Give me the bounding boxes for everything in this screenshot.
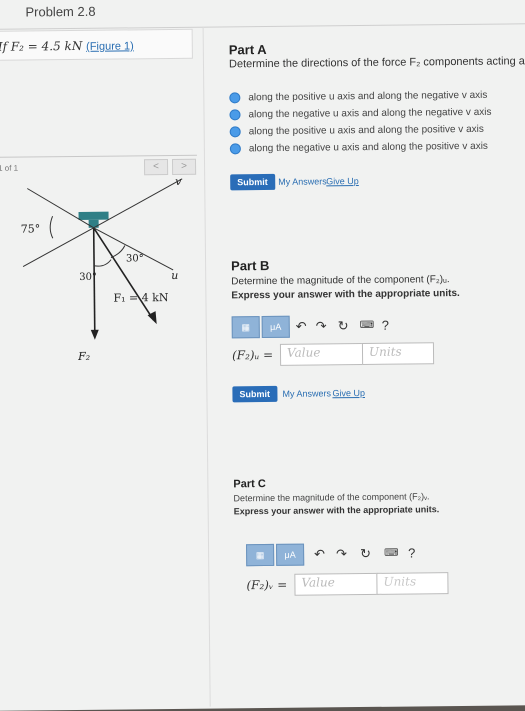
templates-icon[interactable]: ▦ bbox=[246, 543, 275, 567]
help-button[interactable]: ? bbox=[382, 318, 389, 333]
part-c-answer-row: (F₂)ᵥ = Value Units bbox=[246, 572, 466, 598]
part-c-answer-label: (F₂)ᵥ = bbox=[246, 577, 288, 593]
option-4[interactable]: along the negative u axis and along the … bbox=[229, 140, 492, 161]
part-b-answer-row: (F₂)ᵤ = Value Units bbox=[231, 342, 435, 368]
radio-icon[interactable] bbox=[229, 109, 241, 121]
part-a-heading: Part A bbox=[228, 41, 267, 58]
help-button[interactable]: ? bbox=[408, 545, 415, 560]
part-c-heading: Part C bbox=[233, 478, 266, 491]
part-a-options: along the positive u axis and along the … bbox=[229, 90, 492, 161]
angle-arc-75 bbox=[49, 216, 54, 239]
part-a-my-answers-link[interactable]: My Answers bbox=[278, 176, 327, 187]
part-a-give-up-link[interactable]: Give Up bbox=[326, 176, 359, 186]
given-text-wrap: If F₂ = 4.5 kN (Figure 1) bbox=[0, 38, 134, 54]
figure-divider bbox=[0, 154, 197, 158]
part-b-units-input[interactable]: Units bbox=[361, 342, 435, 365]
reset-icon[interactable]: ↻ bbox=[360, 546, 371, 562]
part-b-toolbar: ▦ μA ↶ ↷ ↻ ⌨ ? bbox=[231, 314, 432, 339]
part-a-submit-button[interactable]: Submit bbox=[230, 173, 275, 191]
undo-icon[interactable]: ↶ bbox=[296, 319, 307, 335]
part-c-toolbar: ▦ μA ↶ ↷ ↻ ⌨ ? bbox=[246, 542, 486, 567]
v-axis-label: v bbox=[175, 175, 182, 188]
part-b-question: Determine the magnitude of the component… bbox=[231, 274, 450, 288]
radio-icon[interactable] bbox=[229, 143, 241, 155]
force-diagram: v u 75° 30° 30° F₁ = 4 kN F₂ bbox=[21, 175, 183, 363]
part-c-units-input[interactable]: Units bbox=[376, 572, 449, 595]
part-a-question: Determine the directions of the force F₂… bbox=[228, 54, 525, 71]
radio-icon[interactable] bbox=[229, 92, 241, 104]
part-b-instruction: Express your answer with the appropriate… bbox=[231, 287, 460, 302]
force-f2-arrow bbox=[93, 227, 155, 321]
mu-a-button[interactable]: μA bbox=[276, 543, 305, 566]
part-b-answer-label: (F₂)ᵤ = bbox=[231, 347, 274, 363]
v-axis bbox=[93, 178, 183, 229]
support-post bbox=[88, 219, 99, 228]
given-text: If F₂ = 4.5 kN bbox=[0, 38, 83, 54]
angle-arc-30-bottom bbox=[94, 259, 112, 267]
u-axis-label: u bbox=[171, 269, 178, 282]
given-panel: If F₂ = 4.5 kN (Figure 1) bbox=[0, 28, 193, 61]
part-b-value-input[interactable]: Value bbox=[279, 342, 365, 366]
option-1-label: along the positive u axis and along the … bbox=[248, 89, 488, 104]
redo-icon[interactable]: ↷ bbox=[336, 546, 347, 562]
angle-arc-30-top bbox=[110, 245, 126, 259]
support-base bbox=[78, 211, 109, 220]
screen: Problem 2.8 8 If F₂ = 4.5 kN (Figure 1) … bbox=[0, 0, 525, 711]
templates-icon[interactable]: ▦ bbox=[231, 316, 260, 339]
part-c-value-input[interactable]: Value bbox=[294, 572, 379, 596]
keyboard-icon[interactable]: ⌨ bbox=[360, 320, 375, 331]
reset-icon[interactable]: ↻ bbox=[338, 318, 349, 334]
part-b-give-up-link[interactable]: Give Up bbox=[332, 388, 365, 398]
problem-title: Problem 2.8 bbox=[25, 3, 96, 20]
angle-75-label: 75° bbox=[21, 222, 41, 235]
f2-label: F₂ bbox=[77, 350, 90, 363]
option-2-label: along the negative u axis and along the … bbox=[248, 106, 492, 121]
keyboard-icon[interactable]: ⌨ bbox=[384, 548, 399, 559]
next-figure-button[interactable]: > bbox=[171, 158, 197, 175]
prev-figure-button[interactable]: < bbox=[143, 159, 169, 176]
part-b-submit-button[interactable]: Submit bbox=[232, 385, 278, 403]
part-b-my-answers-link[interactable]: My Answers bbox=[282, 388, 331, 399]
header-divider bbox=[0, 23, 525, 30]
redo-icon[interactable]: ↷ bbox=[316, 318, 327, 334]
f1-label: F₁ = 4 kN bbox=[113, 291, 169, 305]
undo-icon[interactable]: ↶ bbox=[314, 546, 325, 562]
force-figure: v u 75° 30° 30° F₁ = 4 kN F₂ bbox=[0, 175, 205, 417]
part-c-instruction: Express your answer with the appropriate… bbox=[233, 504, 440, 517]
figure-count[interactable]: 1 of 1 bbox=[0, 164, 18, 173]
part-b-heading: Part B bbox=[231, 257, 270, 274]
option-3-label: along the positive u axis and along the … bbox=[248, 123, 484, 138]
mu-a-button[interactable]: μA bbox=[261, 315, 290, 339]
radio-icon[interactable] bbox=[229, 126, 241, 138]
figure-link[interactable]: (Figure 1) bbox=[86, 40, 134, 52]
option-4-label: along the negative u axis and along the … bbox=[248, 140, 488, 155]
angle-30-top-label: 30° bbox=[126, 253, 144, 264]
angle-30-bottom-label: 30° bbox=[79, 272, 97, 283]
f1-arrowhead bbox=[90, 329, 99, 340]
part-c-question: Determine the magnitude of the component… bbox=[233, 491, 430, 504]
